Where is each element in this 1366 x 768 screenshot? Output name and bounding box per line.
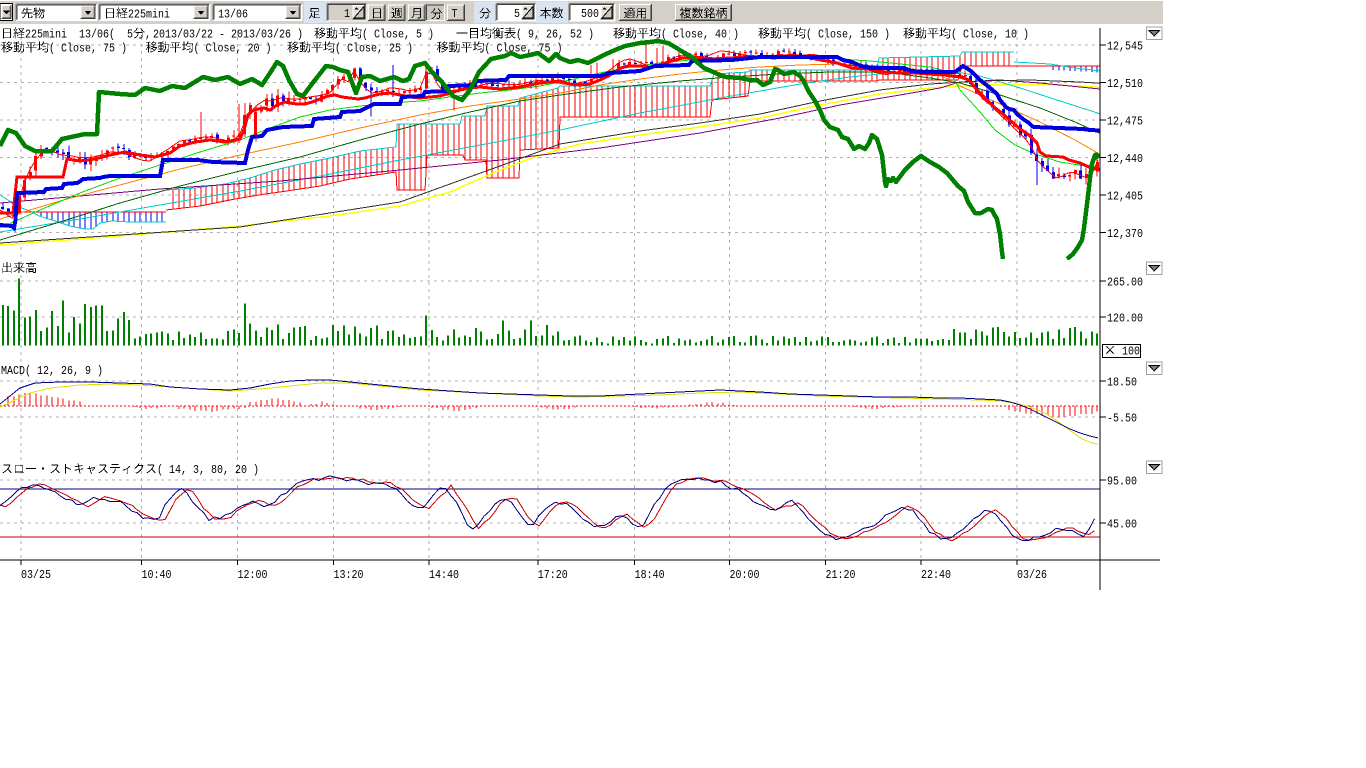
svg-text:13/06(: 13/06( [79,29,115,42]
svg-text:12,545: 12,545 [1107,41,1143,54]
svg-text:95.00: 95.00 [1107,476,1137,489]
svg-text:12,370: 12,370 [1107,228,1143,241]
svg-text:100: 100 [1116,346,1140,359]
svg-text:T: T [452,8,458,21]
svg-text:( Close, 25 ): ( Close, 25 ) [335,43,413,56]
svg-text:12,475: 12,475 [1107,116,1143,129]
svg-text:( Close, 5 ): ( Close, 5 ) [362,29,434,42]
svg-text:( 9, 26, 52 ): ( 9, 26, 52 ) [516,29,594,42]
svg-text:500: 500 [581,8,599,21]
svg-text:03/26: 03/26 [1017,569,1047,582]
svg-text:( Close, 75 ): ( Close, 75 ) [49,43,127,56]
svg-text:12:00: 12:00 [238,569,268,582]
svg-text:18.50: 18.50 [1107,377,1137,390]
svg-text:13/06: 13/06 [218,9,248,22]
svg-text:( Close, 10 ): ( Close, 10 ) [951,29,1029,42]
svg-text:12,510: 12,510 [1107,78,1143,91]
svg-text:17:20: 17:20 [538,569,568,582]
svg-text:45.00: 45.00 [1107,519,1137,532]
svg-text:18:40: 18:40 [635,569,665,582]
svg-text:03/25: 03/25 [21,569,51,582]
svg-text:5: 5 [127,29,133,42]
svg-text:( 14, 3, 80, 20 ): ( 14, 3, 80, 20 ) [157,464,259,477]
svg-text:120.00: 120.00 [1107,313,1143,326]
svg-text:5: 5 [514,8,520,21]
svg-text:1: 1 [344,8,350,21]
svg-text:13:20: 13:20 [334,569,364,582]
svg-text:10:40: 10:40 [142,569,172,582]
svg-text:12,440: 12,440 [1107,153,1143,166]
svg-text:,: , [145,29,151,42]
svg-text:2013/03/22 - 2013/03/26 ): 2013/03/22 - 2013/03/26 ) [153,29,303,42]
svg-text:225mini: 225mini [25,29,67,42]
svg-text:MACD( 12, 26, 9 ): MACD( 12, 26, 9 ) [1,365,103,378]
svg-text:12,405: 12,405 [1107,191,1143,204]
svg-text:14:40: 14:40 [429,569,459,582]
svg-text:-5.50: -5.50 [1107,413,1137,426]
svg-text:265.00: 265.00 [1107,277,1143,290]
svg-text:225mini: 225mini [128,9,170,22]
svg-text:20:00: 20:00 [730,569,760,582]
svg-text:22:40: 22:40 [921,569,951,582]
svg-text:21:20: 21:20 [826,569,856,582]
svg-text:( Close, 75 ): ( Close, 75 ) [485,43,563,56]
svg-text:( Close, 20 ): ( Close, 20 ) [194,43,272,56]
svg-text:( Close, 40 ): ( Close, 40 ) [661,29,739,42]
svg-text:( Close, 150 ): ( Close, 150 ) [806,29,890,42]
